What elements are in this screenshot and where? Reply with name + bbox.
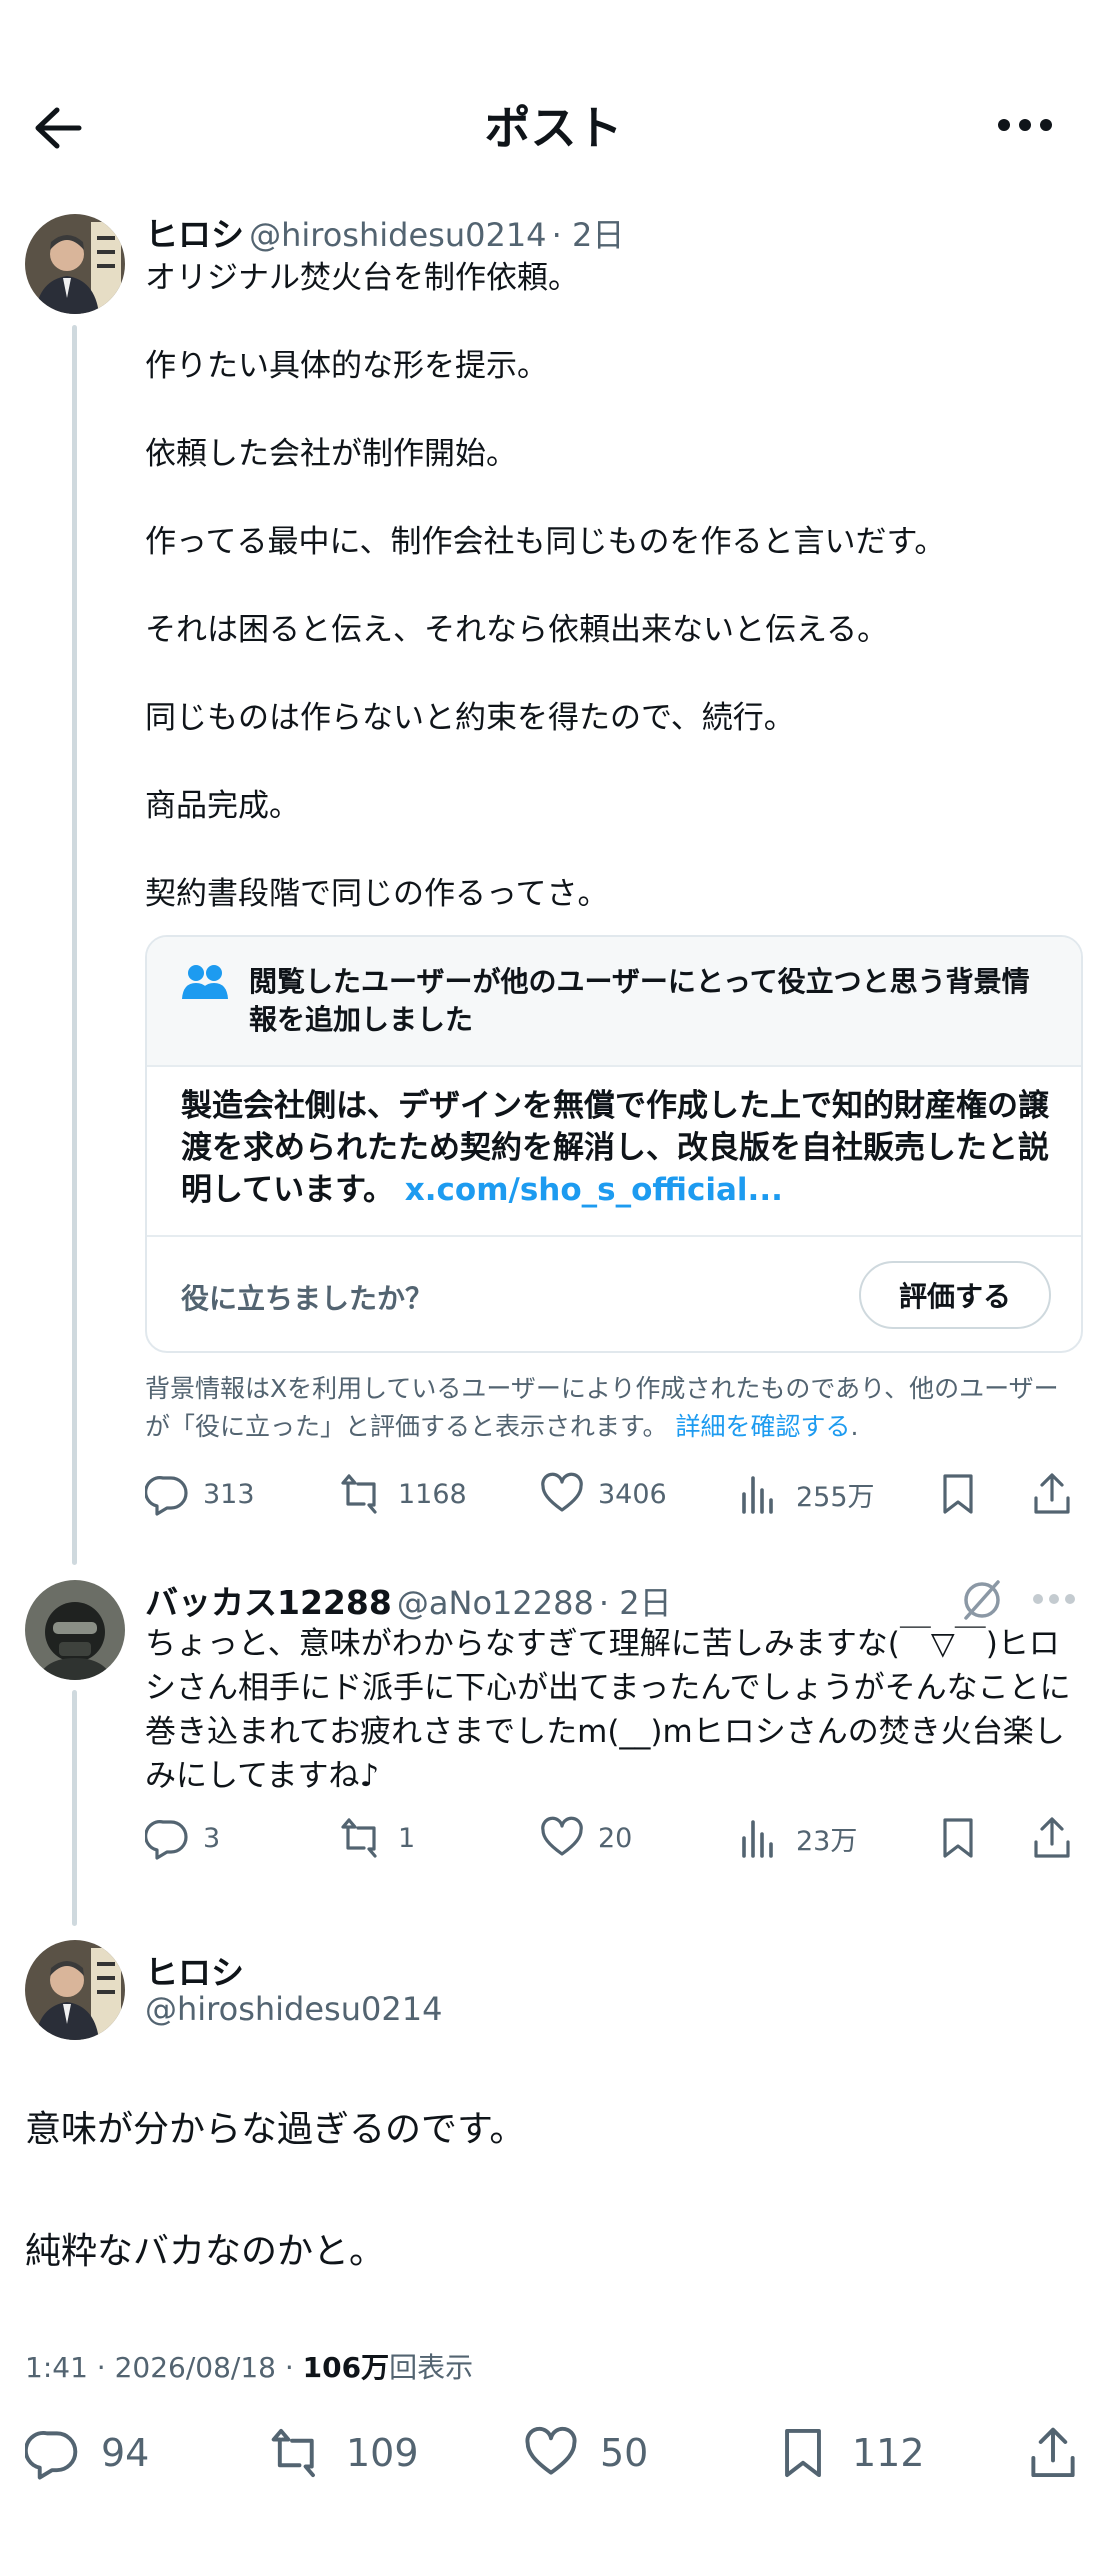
- bookmark-icon: [785, 2428, 821, 2478]
- bookmark-icon: [943, 1818, 973, 1858]
- post-line: 依頼した会社が制作開始。: [145, 436, 517, 472]
- post-line: 作ってる最中に、制作会社も同じものを作ると言いだす。: [145, 524, 946, 560]
- bookmark-button[interactable]: 112: [776, 2426, 925, 2480]
- disclaimer-text: 背景情報はXを利用しているユーザーにより作成されたものであり、他のユーザーが「役…: [145, 1374, 1059, 1441]
- share-icon: [1034, 1817, 1070, 1858]
- like-icon: [525, 2426, 577, 2475]
- like-count: 20: [598, 1822, 633, 1854]
- reply-button[interactable]: 313: [145, 1472, 255, 1516]
- repost-button[interactable]: 109: [270, 2426, 419, 2480]
- reply-button[interactable]: 94: [25, 2426, 149, 2480]
- post-header: ヒロシ @hiroshidesu0214 · 2日: [145, 208, 624, 256]
- note-body: 製造会社側は、デザインを無償で作成した上で知的財産権の譲渡を求められたため契約を…: [181, 1085, 1056, 1211]
- handle[interactable]: @hiroshidesu0214: [145, 1990, 442, 2028]
- share-button[interactable]: [1030, 1472, 1074, 1516]
- repost-button[interactable]: 1168: [340, 1472, 467, 1516]
- post-line: 商品完成。: [145, 788, 300, 824]
- handle[interactable]: @hiroshidesu0214: [249, 216, 546, 254]
- timestamp-text: 1:41 · 2026/08/18 ·: [25, 2351, 303, 2384]
- people-icon: [181, 963, 229, 1007]
- bookmark-count: 112: [852, 2431, 925, 2475]
- community-note: 閲覧したユーザーが他のユーザーにとって役立つと思う背景情報を追加しました 製造会…: [145, 935, 1083, 1353]
- post-line: 作りたい具体的な形を提示。: [145, 348, 548, 384]
- thread-line: [72, 1690, 77, 1926]
- repost-count: 109: [346, 2431, 419, 2475]
- post-line: 契約書段階で同じの作るってさ。: [145, 876, 609, 912]
- view-count: 23万: [796, 1825, 858, 1857]
- handle[interactable]: @aNo12288: [397, 1584, 594, 1622]
- view-count: 106万: [302, 2351, 390, 2384]
- repost-icon: [341, 1474, 377, 1514]
- meta-separator: ·: [598, 1584, 620, 1622]
- post-time[interactable]: 2日: [572, 216, 624, 254]
- meta-separator: ·: [551, 216, 572, 254]
- like-count: 3406: [598, 1478, 667, 1510]
- like-count: 50: [600, 2431, 649, 2475]
- share-icon: [1034, 1473, 1070, 1514]
- bookmark-button[interactable]: [936, 1472, 980, 1516]
- bookmark-icon: [943, 1474, 973, 1514]
- more-icon[interactable]: [1032, 1590, 1076, 1609]
- reply-icon: [145, 1820, 188, 1860]
- repost-icon: [341, 1818, 377, 1858]
- main-post-line: 意味が分からな過ぎるのです。: [25, 2109, 526, 2150]
- like-icon: [541, 1816, 583, 1856]
- post-line: それは困ると伝え、それなら依頼出来ないと伝える。: [145, 612, 889, 648]
- views-button[interactable]: 255万: [738, 1472, 875, 1516]
- repost-count: 1168: [398, 1478, 467, 1510]
- note-header: 閲覧したユーザーが他のユーザーにとって役立つと思う背景情報を追加しました: [249, 965, 1030, 1036]
- like-icon: [541, 1472, 583, 1512]
- bookmark-button[interactable]: [936, 1816, 980, 1860]
- repost-count: 1: [398, 1822, 416, 1854]
- page-title: ポスト: [484, 101, 623, 155]
- main-post-line: 純粋なバカなのかと。: [25, 2231, 386, 2272]
- share-icon: [1031, 2427, 1075, 2478]
- note-question: 役に立ちましたか？: [181, 1282, 434, 1315]
- rate-button[interactable]: 評価する: [859, 1261, 1051, 1329]
- reply-icon: [145, 1476, 188, 1516]
- reply-count: 313: [203, 1478, 255, 1510]
- views-button[interactable]: 23万: [738, 1816, 857, 1860]
- post-line: 同じものは作らないと約束を得たので、続行。: [145, 700, 795, 736]
- note-disclaimer: 背景情報はXを利用しているユーザーにより作成されたものであり、他のユーザーが「役…: [145, 1374, 1059, 1441]
- more-icon[interactable]: [990, 100, 1060, 150]
- avatar[interactable]: [25, 1940, 125, 2040]
- reply-count: 94: [101, 2431, 150, 2475]
- views-icon: [742, 1476, 773, 1514]
- divider: [147, 1235, 1081, 1237]
- like-button[interactable]: 3406: [540, 1472, 667, 1516]
- views-icon: [742, 1820, 773, 1858]
- avatar[interactable]: [25, 1580, 125, 1680]
- reply-button[interactable]: 3: [145, 1816, 220, 1860]
- repost-icon: [271, 2428, 315, 2478]
- display-name[interactable]: ヒロシ: [145, 1946, 244, 1994]
- display-name[interactable]: バッカス12288: [145, 1583, 392, 1622]
- thread-line: [72, 325, 77, 1565]
- like-button[interactable]: 50: [524, 2426, 648, 2480]
- post-timestamp: 1:41 · 2026/08/18 · 106万回表示: [25, 2346, 473, 2386]
- post-text: ちょっと、意味がわからなすぎて理解に苦しみますな(￣▽￣)ヒロシさん相手にド派手…: [145, 1626, 1071, 1794]
- top-bar: ポスト: [0, 0, 1107, 190]
- share-button[interactable]: [1026, 2426, 1080, 2480]
- display-name[interactable]: ヒロシ: [145, 215, 244, 254]
- note-link[interactable]: x.com/sho_s_official...: [405, 1172, 783, 1208]
- post-time[interactable]: 2日: [619, 1584, 671, 1622]
- share-button[interactable]: [1030, 1816, 1074, 1860]
- post-header: バッカス12288 @aNo12288 · 2日: [145, 1576, 672, 1624]
- post-line: オリジナル焚火台を制作依頼。: [145, 260, 579, 296]
- views-label: 回表示: [389, 2351, 474, 2384]
- like-button[interactable]: 20: [540, 1816, 632, 1860]
- grok-icon[interactable]: [958, 1576, 1006, 1628]
- reply-count: 3: [203, 1822, 221, 1854]
- view-count: 255万: [796, 1481, 875, 1513]
- avatar[interactable]: [25, 214, 125, 314]
- reply-icon: [25, 2431, 78, 2480]
- repost-button[interactable]: 1: [340, 1816, 415, 1860]
- learn-more-link[interactable]: 詳細を確認する: [675, 1412, 850, 1441]
